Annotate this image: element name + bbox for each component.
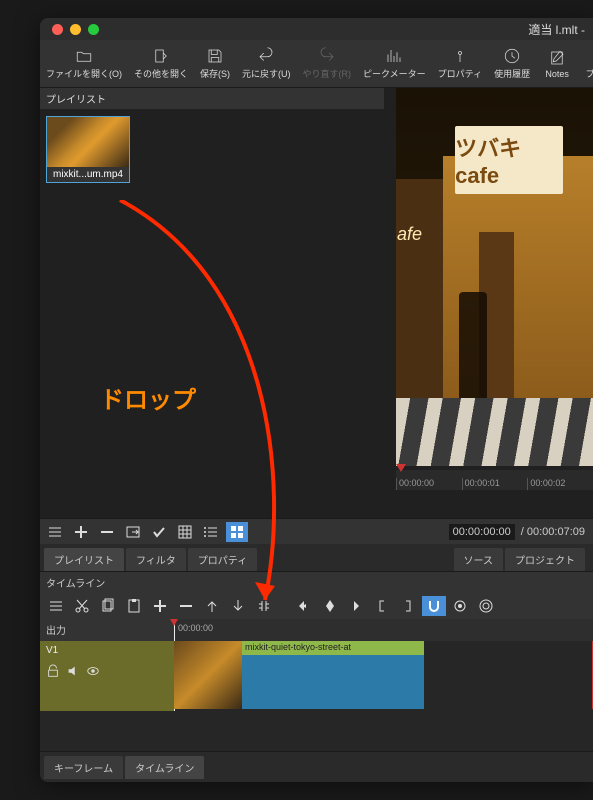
playlist-panel-title: プレイリスト	[40, 88, 384, 110]
save-button[interactable]: 保存(S)	[194, 40, 236, 87]
playlist-thumbnail	[47, 117, 129, 167]
playlist-toolbar-button[interactable]: プレイ	[578, 40, 593, 87]
peak-meter-button[interactable]: ピークメーター	[357, 40, 432, 87]
timeline-clip[interactable]: mixkit-quiet-tokyo-street-at	[174, 641, 424, 709]
mute-icon[interactable]	[66, 664, 80, 678]
notes-button[interactable]: Notes	[536, 40, 578, 87]
tab-project[interactable]: プロジェクト	[505, 548, 585, 571]
remove-button[interactable]	[96, 522, 118, 542]
snap-icon[interactable]	[422, 596, 446, 616]
paste-icon[interactable]	[122, 596, 146, 616]
window-title: 適当 l.mlt -	[528, 21, 585, 38]
marker-icon[interactable]	[318, 596, 342, 616]
clip-label: mixkit-quiet-tokyo-street-at	[242, 641, 424, 655]
tile-view-button[interactable]	[226, 522, 248, 542]
total-timecode: / 00:00:07:09	[521, 526, 585, 538]
main-toolbar: ファイルを開く(O) その他を開く 保存(S) 元に戻す(U) やり直す(R) …	[40, 40, 593, 88]
open-other-button[interactable]: その他を開く	[128, 40, 194, 87]
bracket-in-icon[interactable]	[370, 596, 394, 616]
timecode-display: 00:00:00:00 / 00:00:07:09	[441, 524, 593, 540]
playlist-panel[interactable]: mixkit...um.mp4 ドロップ	[40, 110, 384, 518]
timeline-tracks[interactable]: 00:00:00 mixkit-quiet-tokyo-street-at	[174, 619, 593, 711]
history-button[interactable]: 使用履歴	[488, 40, 536, 87]
menu-icon[interactable]	[44, 522, 66, 542]
timeline-ruler[interactable]: 00:00:00	[174, 619, 593, 641]
split-icon[interactable]	[252, 596, 276, 616]
clip-thumbnail	[174, 641, 242, 709]
timeline-toolbar	[40, 593, 593, 619]
drop-annotation: ドロップ	[100, 380, 196, 415]
playlist-item-name: mixkit...um.mp4	[47, 167, 129, 182]
timeline-remove-button[interactable]	[174, 596, 198, 616]
cut-icon[interactable]	[70, 596, 94, 616]
tab-timeline[interactable]: タイムライン	[125, 756, 204, 779]
tab-source[interactable]: ソース	[454, 548, 504, 571]
output-label: 出力	[40, 619, 174, 641]
timeline-title: タイムライン	[40, 571, 593, 593]
preview-sign: ツバキcafe	[455, 126, 563, 194]
tab-playlist[interactable]: プレイリスト	[44, 548, 124, 571]
properties-button[interactable]: プロパティ	[432, 40, 488, 87]
titlebar: 適当 l.mlt -	[40, 18, 593, 40]
overwrite-button[interactable]	[226, 596, 250, 616]
tab-keyframe[interactable]: キーフレーム	[44, 756, 123, 779]
lock-icon[interactable]	[46, 664, 60, 678]
bracket-out-icon[interactable]	[396, 596, 420, 616]
tab-properties[interactable]: プロパティ	[188, 548, 257, 571]
marker-next-icon[interactable]	[344, 596, 368, 616]
preview-ruler[interactable]: 00:00:00 00:00:01 00:00:02	[396, 470, 593, 490]
lift-button[interactable]	[200, 596, 224, 616]
track-name: V1	[46, 645, 168, 656]
tab-filter[interactable]: フィルタ	[126, 548, 186, 571]
undo-button[interactable]: 元に戻す(U)	[236, 40, 297, 87]
grid-view-button[interactable]	[174, 522, 196, 542]
ripple-icon[interactable]	[474, 596, 498, 616]
add-button[interactable]	[70, 522, 92, 542]
copy-icon[interactable]	[96, 596, 120, 616]
hide-icon[interactable]	[86, 664, 100, 678]
check-button[interactable]	[148, 522, 170, 542]
open-file-button[interactable]: ファイルを開く(O)	[40, 40, 128, 87]
redo-button[interactable]: やり直す(R)	[297, 40, 358, 87]
preview-monitor[interactable]: afe ツバキcafe	[396, 88, 593, 466]
insert-button[interactable]	[122, 522, 144, 542]
track-header[interactable]: V1	[40, 641, 174, 711]
current-timecode[interactable]: 00:00:00:00	[449, 524, 515, 540]
timeline-add-button[interactable]	[148, 596, 172, 616]
marker-prev-icon[interactable]	[292, 596, 316, 616]
playhead-icon[interactable]	[396, 464, 406, 472]
minimize-window[interactable]	[70, 24, 81, 35]
maximize-window[interactable]	[88, 24, 99, 35]
scrub-icon[interactable]	[448, 596, 472, 616]
timeline-menu-icon[interactable]	[44, 596, 68, 616]
list-view-button[interactable]	[200, 522, 222, 542]
close-window[interactable]	[52, 24, 63, 35]
playlist-item[interactable]: mixkit...um.mp4	[46, 116, 130, 183]
